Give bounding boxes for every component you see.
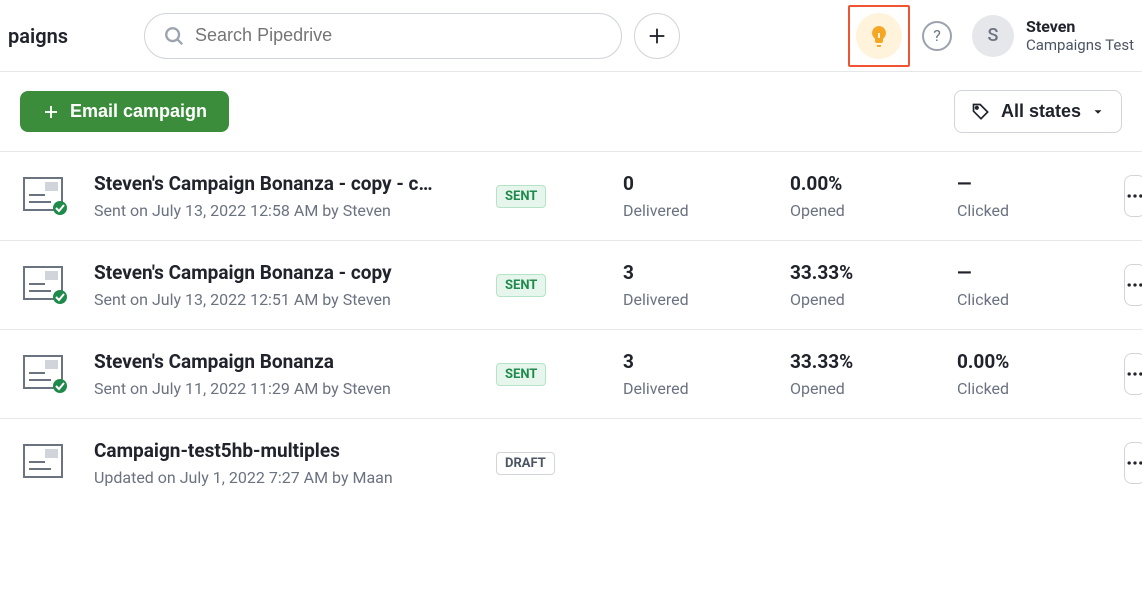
campaign-icon [20,355,70,393]
more-actions-button[interactable] [1124,175,1142,217]
tips-highlight [848,5,910,67]
opened-label: Opened [790,290,945,309]
page-title: paigns [8,24,84,48]
campaign-row[interactable]: Steven's Campaign Bonanza Sent on July 1… [0,330,1142,419]
campaign-name: Campaign-test5hb-multiples [94,439,464,462]
campaign-subtitle: Sent on July 11, 2022 11:29 AM by Steven [94,379,484,398]
delivered-label: Delivered [623,201,778,220]
campaign-subtitle: Sent on July 13, 2022 12:58 AM by Steven [94,201,484,220]
opened-value: 33.33% [790,261,945,284]
status-badge: DRAFT [496,452,555,475]
opened-value: 33.33% [790,350,945,373]
chevron-down-icon [1091,105,1105,119]
question-icon: ? [933,26,941,45]
avatar: S [972,15,1014,57]
more-actions-button[interactable] [1124,264,1142,306]
clicked-label: Clicked [957,201,1112,220]
delivered-label: Delivered [623,290,778,309]
add-button[interactable] [634,13,680,59]
tips-button[interactable] [856,13,902,59]
clicked-label: Clicked [957,379,1112,398]
filter-label: All states [1001,101,1081,122]
more-actions-button[interactable] [1124,442,1142,484]
more-actions-button[interactable] [1124,353,1142,395]
delivered-value: 3 [623,350,778,373]
campaign-icon [20,444,70,482]
clicked-label: Clicked [957,290,1112,309]
delivered-value: 3 [623,261,778,284]
campaign-icon [20,177,70,215]
more-icon [1125,453,1142,473]
more-icon [1125,275,1142,295]
campaign-list: Steven's Campaign Bonanza - copy - c… Se… [0,152,1142,507]
delivered-value: 0 [623,172,778,195]
plus-icon [42,103,60,121]
help-button[interactable]: ? [922,21,952,51]
campaign-name: Steven's Campaign Bonanza - copy - c… [94,172,464,195]
tag-icon [971,102,991,122]
clicked-value: 0.00% [957,350,1112,373]
opened-label: Opened [790,201,945,220]
button-label: Email campaign [70,101,207,122]
status-badge: SENT [496,363,546,386]
campaign-row[interactable]: Steven's Campaign Bonanza - copy Sent on… [0,241,1142,330]
campaign-icon [20,266,70,304]
status-badge: SENT [496,274,546,297]
toolbar: Email campaign All states [0,72,1142,152]
user-subtitle: Campaigns Test [1026,36,1134,54]
status-badge: SENT [496,185,546,208]
plus-icon [646,25,668,47]
email-campaign-button[interactable]: Email campaign [20,91,229,132]
clicked-value: — [957,261,1112,284]
search-icon [163,25,185,47]
clicked-value: — [957,172,1112,195]
campaign-name: Steven's Campaign Bonanza [94,350,464,373]
opened-value: 0.00% [790,172,945,195]
delivered-label: Delivered [623,379,778,398]
more-icon [1125,186,1142,206]
topbar: paigns ? S Steven Campaigns Test [0,0,1142,72]
search-input[interactable] [195,25,603,46]
user-name: Steven [1026,17,1134,36]
states-filter[interactable]: All states [954,90,1122,133]
user-menu[interactable]: S Steven Campaigns Test [972,15,1134,57]
campaign-row[interactable]: Steven's Campaign Bonanza - copy - c… Se… [0,152,1142,241]
opened-label: Opened [790,379,945,398]
campaign-subtitle: Sent on July 13, 2022 12:51 AM by Steven [94,290,484,309]
lightbulb-icon [867,24,891,48]
search-field[interactable] [144,13,622,59]
campaign-row[interactable]: Campaign-test5hb-multiples Updated on Ju… [0,419,1142,507]
campaign-subtitle: Updated on July 1, 2022 7:27 AM by Maan [94,468,484,487]
campaign-name: Steven's Campaign Bonanza - copy [94,261,464,284]
more-icon [1125,364,1142,384]
